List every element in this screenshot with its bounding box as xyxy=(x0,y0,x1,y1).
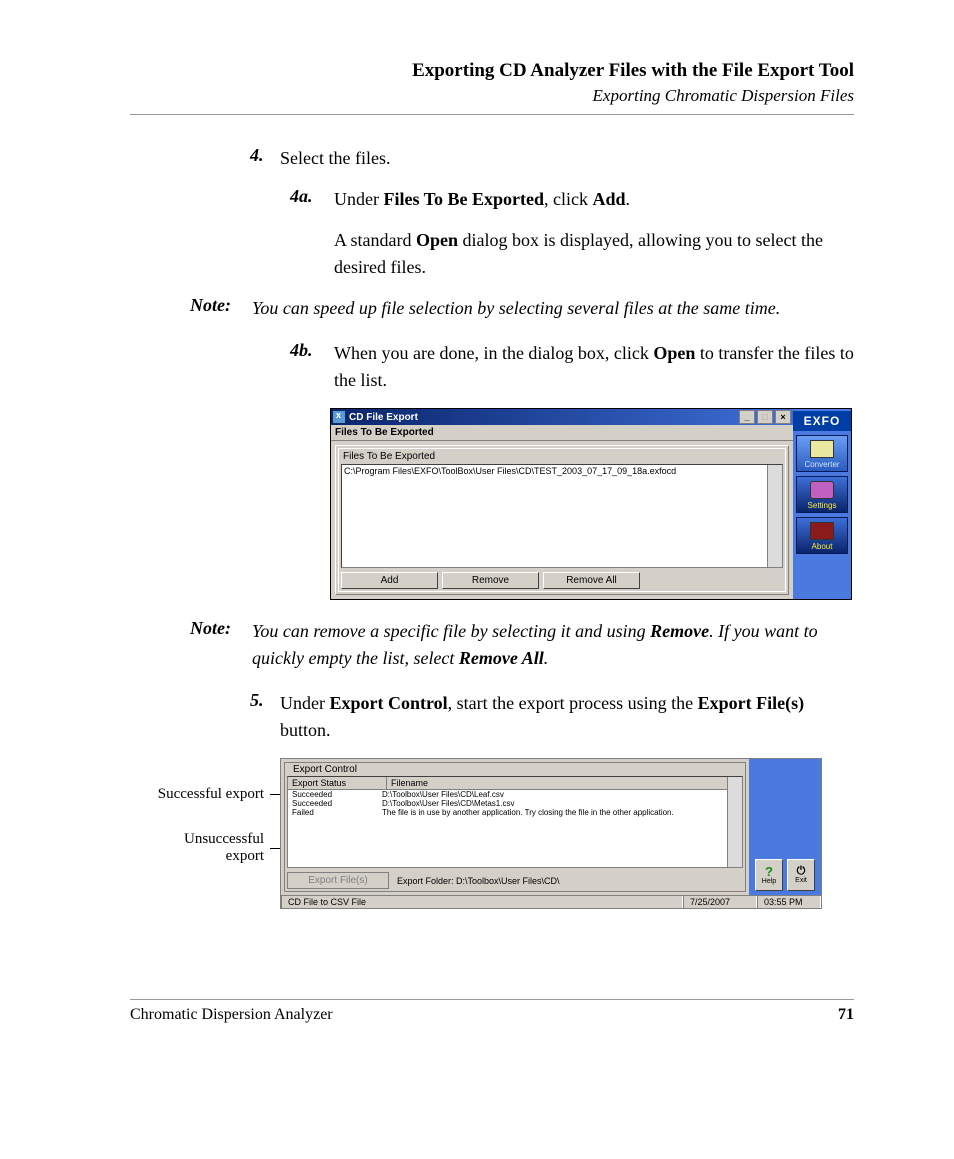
step-4b-text: When you are done, in the dialog box, cl… xyxy=(334,340,854,394)
sidebar-converter-button[interactable]: Converter xyxy=(796,435,848,472)
status-text: CD File to CSV File xyxy=(281,896,683,908)
footer-product: Chromatic Dispersion Analyzer xyxy=(130,1006,333,1024)
table-row[interactable]: Succeeded D:\Toolbox\User Files\CD\Metas… xyxy=(288,799,742,808)
converter-icon xyxy=(810,440,834,458)
exit-button[interactable]: ⏻ Exit xyxy=(787,859,815,891)
window-title: CD File Export xyxy=(349,412,418,423)
column-header-filename[interactable]: Filename xyxy=(387,777,742,789)
step-4-text: Select the files. xyxy=(280,145,390,172)
callout-unsuccessful-l2: export xyxy=(184,848,264,865)
note-label: Note: xyxy=(190,295,252,322)
step-4a-number: 4a. xyxy=(290,186,334,213)
step-4a-para: A standard Open dialog box is displayed,… xyxy=(334,227,854,281)
step-5-number: 5. xyxy=(250,690,280,744)
brand-logo: EXFO xyxy=(793,411,851,431)
section-header: Files To Be Exported xyxy=(331,425,793,441)
step-5-text: Under Export Control, start the export p… xyxy=(280,690,854,744)
files-listbox[interactable]: C:\Program Files\EXFO\ToolBox\User Files… xyxy=(341,464,783,568)
header-divider xyxy=(130,114,854,115)
power-icon: ⏻ xyxy=(797,866,806,877)
sidebar: ? Help ⏻ Exit xyxy=(749,759,821,895)
note-2-text: You can remove a specific file by select… xyxy=(252,618,854,672)
sidebar-about-button[interactable]: About xyxy=(796,517,848,554)
status-date: 7/25/2007 xyxy=(683,896,757,908)
export-files-button[interactable]: Export File(s) xyxy=(287,872,389,889)
sidebar-settings-button[interactable]: Settings xyxy=(796,476,848,513)
scrollbar[interactable] xyxy=(767,465,782,567)
callout-unsuccessful-l1: Unsuccessful xyxy=(184,831,264,848)
page-header-subtitle: Exporting Chromatic Dispersion Files xyxy=(130,86,854,106)
list-item[interactable]: C:\Program Files\EXFO\ToolBox\User Files… xyxy=(344,466,780,476)
sidebar: EXFO Converter Settings About xyxy=(793,409,851,599)
step-4b-number: 4b. xyxy=(290,340,334,394)
table-row[interactable]: Failed The file is in use by another app… xyxy=(288,808,742,817)
table-row[interactable]: Succeeded D:\Toolbox\User Files\CD\Leaf.… xyxy=(288,790,742,799)
export-control-group-label: Export Control xyxy=(290,764,360,775)
gear-icon xyxy=(810,481,834,499)
callout-successful: Successful export xyxy=(158,786,264,803)
export-control-window: Export Control Export Status Filename Su… xyxy=(280,758,822,909)
cd-file-export-window: CD File Export _ □ × Files To Be Exporte… xyxy=(330,408,852,600)
add-button[interactable]: Add xyxy=(341,572,438,589)
status-time: 03:55 PM xyxy=(757,896,821,908)
export-status-list[interactable]: Export Status Filename Succeeded D:\Tool… xyxy=(287,776,743,868)
book-icon xyxy=(810,522,834,540)
page-number: 71 xyxy=(838,1006,854,1024)
remove-all-button[interactable]: Remove All xyxy=(543,572,640,589)
minimize-button[interactable]: _ xyxy=(739,410,755,424)
help-button[interactable]: ? Help xyxy=(755,859,783,891)
group-label: Files To Be Exported xyxy=(341,451,783,464)
column-header-status[interactable]: Export Status xyxy=(288,777,387,789)
status-bar: CD File to CSV File 7/25/2007 03:55 PM xyxy=(281,895,821,908)
app-icon xyxy=(333,411,345,423)
step-4a-text: Under Files To Be Exported, click Add. xyxy=(334,186,630,213)
export-folder-path: Export Folder: D:\Toolbox\User Files\CD\ xyxy=(397,876,560,886)
page-header-title: Exporting CD Analyzer Files with the Fil… xyxy=(130,60,854,82)
step-4-number: 4. xyxy=(250,145,280,172)
maximize-button[interactable]: □ xyxy=(757,410,773,424)
note-label: Note: xyxy=(190,618,252,672)
scrollbar[interactable] xyxy=(727,777,742,867)
window-titlebar: CD File Export _ □ × xyxy=(331,409,793,425)
help-icon: ? xyxy=(765,865,773,878)
close-button[interactable]: × xyxy=(775,410,791,424)
remove-button[interactable]: Remove xyxy=(442,572,539,589)
note-1-text: You can speed up file selection by selec… xyxy=(252,295,780,322)
